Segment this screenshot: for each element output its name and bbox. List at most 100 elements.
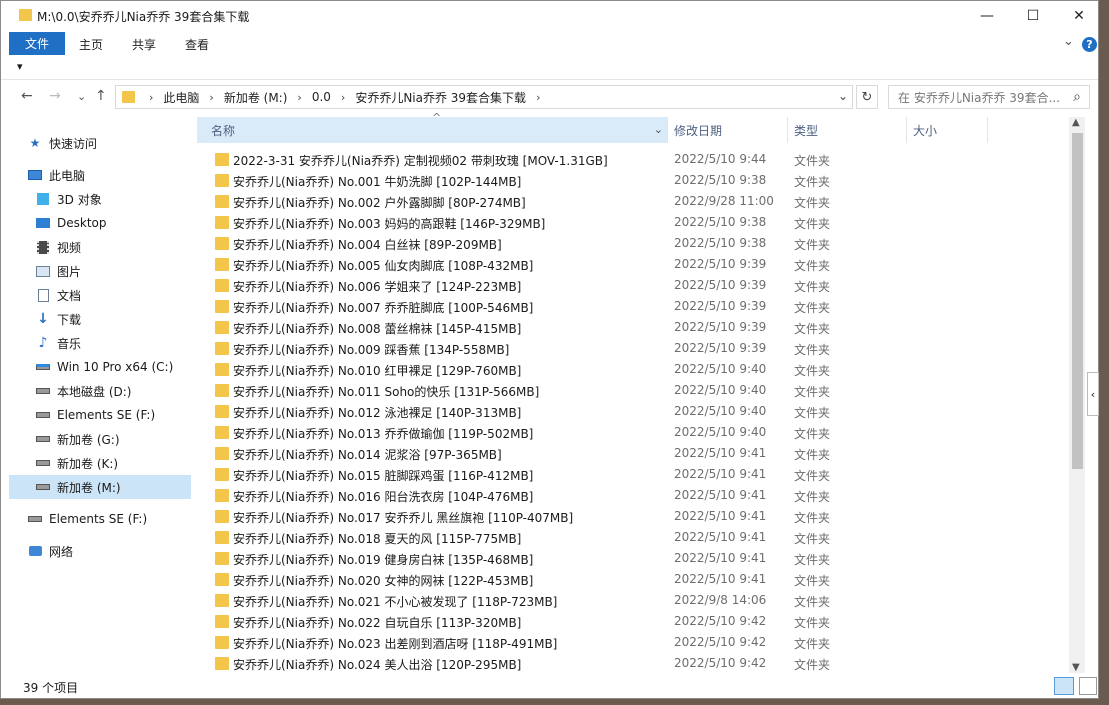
nav-drive-g[interactable]: 新加卷 (G:) <box>35 427 187 451</box>
file-type: 文件夹 <box>794 238 831 252</box>
breadcrumb-folder[interactable]: 0.0 <box>308 90 335 104</box>
vertical-scrollbar[interactable]: ▲ ▼ <box>1069 117 1085 673</box>
file-date: 2022/9/8 14:06 <box>674 593 767 607</box>
table-row[interactable]: 安乔乔儿(Nia乔乔) No.007 乔乔脏脚底 [100P-546MB] 202… <box>195 296 1067 317</box>
nav-documents[interactable]: 文档 <box>35 283 187 307</box>
file-date: 2022/5/10 9:39 <box>674 320 767 334</box>
column-type[interactable]: 类型 <box>794 117 818 143</box>
table-row[interactable]: 安乔乔儿(Nia乔乔) No.005 仙女肉脚底 [108P-432MB] 202… <box>195 254 1067 275</box>
breadcrumb-this-pc[interactable]: 此电脑 <box>159 89 203 106</box>
table-row[interactable]: 安乔乔儿(Nia乔乔) No.022 自玩自乐 [113P-320MB] 2022… <box>195 611 1067 632</box>
scroll-up-icon[interactable]: ▲ <box>1072 117 1080 128</box>
refresh-button[interactable]: ↻ <box>856 85 878 109</box>
table-row[interactable]: 安乔乔儿(Nia乔乔) No.003 妈妈的高跟鞋 [146P-329MB] 20… <box>195 212 1067 233</box>
nav-downloads[interactable]: ↓ 下载 <box>35 307 187 331</box>
table-row[interactable]: 安乔乔儿(Nia乔乔) No.018 夏天的风 [115P-775MB] 2022… <box>195 527 1067 548</box>
table-row[interactable]: 安乔乔儿(Nia乔乔) No.021 不小心被发现了 [118P-723MB] 2… <box>195 590 1067 611</box>
folder-icon <box>215 321 229 334</box>
nav-this-pc[interactable]: 此电脑 <box>27 163 187 187</box>
address-bar[interactable]: › 此电脑 › 新加卷 (M:) › 0.0 › 安乔乔儿Nia乔乔 39套合集… <box>115 85 853 109</box>
nav-3d-objects[interactable]: 3D 对象 <box>35 187 187 211</box>
customize-toolbar-icon[interactable]: ▾ <box>17 60 23 73</box>
table-row[interactable]: 安乔乔儿(Nia乔乔) No.017 安乔乔儿 黑丝旗袍 [110P-407MB… <box>195 506 1067 527</box>
table-row[interactable]: 安乔乔儿(Nia乔乔) No.013 乔乔做瑜伽 [119P-502MB] 202… <box>195 422 1067 443</box>
nav-drive-c[interactable]: Win 10 Pro x64 (C:) <box>35 355 187 379</box>
table-row[interactable]: 安乔乔儿(Nia乔乔) No.024 美人出浴 [120P-295MB] 2022… <box>195 653 1067 674</box>
minimize-button[interactable]: — <box>964 1 1010 31</box>
file-name: 安乔乔儿(Nia乔乔) No.024 美人出浴 [120P-295MB] <box>233 658 522 672</box>
scroll-down-icon[interactable]: ▼ <box>1072 662 1080 673</box>
nav-drive-k[interactable]: 新加卷 (K:) <box>35 451 187 475</box>
folder-icon <box>215 552 229 565</box>
file-date: 2022/5/10 9:41 <box>674 509 767 523</box>
folder-icon <box>215 195 229 208</box>
scrollbar-thumb[interactable] <box>1072 133 1083 469</box>
nav-network[interactable]: 网络 <box>27 539 187 563</box>
column-filter-icon[interactable]: ⌄ <box>654 123 663 136</box>
file-date: 2022/5/10 9:44 <box>674 152 767 166</box>
nav-elements-drive[interactable]: Elements SE (F:) <box>27 507 187 531</box>
file-name: 安乔乔儿(Nia乔乔) No.001 牛奶洗脚 [102P-144MB] <box>233 175 522 189</box>
nav-pictures[interactable]: 图片 <box>35 259 187 283</box>
file-date: 2022/5/10 9:40 <box>674 383 767 397</box>
column-name[interactable]: 名称 ^ ⌄ <box>197 113 667 143</box>
help-icon[interactable]: ? <box>1082 37 1097 52</box>
table-row[interactable]: 安乔乔儿(Nia乔乔) No.011 Soho的快乐 [131P-566MB] 2… <box>195 380 1067 401</box>
table-row[interactable]: 安乔乔儿(Nia乔乔) No.009 踩香蕉 [134P-558MB] 2022/… <box>195 338 1067 359</box>
file-type: 文件夹 <box>794 658 831 672</box>
table-row[interactable]: 安乔乔儿(Nia乔乔) No.001 牛奶洗脚 [102P-144MB] 2022… <box>195 170 1067 191</box>
back-arrow-icon[interactable]: ← <box>21 88 33 104</box>
nav-videos[interactable]: 视频 <box>35 235 187 259</box>
table-row[interactable]: 2022-3-31 安乔乔儿(Nia乔乔) 定制视频02 带刺玫瑰 [MOV-1… <box>195 149 1067 170</box>
nav-drive-d[interactable]: 本地磁盘 (D:) <box>35 379 187 403</box>
maximize-button[interactable]: ☐ <box>1010 1 1056 31</box>
breadcrumb-drive[interactable]: 新加卷 (M:) <box>220 89 292 106</box>
file-date: 2022/5/10 9:41 <box>674 530 767 544</box>
recent-locations-icon[interactable]: ⌄ <box>77 90 86 103</box>
column-date[interactable]: 修改日期 <box>674 117 722 143</box>
table-row[interactable]: 安乔乔儿(Nia乔乔) No.019 健身房白袜 [135P-468MB] 202… <box>195 548 1067 569</box>
table-row[interactable]: 安乔乔儿(Nia乔乔) No.002 户外露脚脚 [80P-274MB] 2022… <box>195 191 1067 212</box>
large-icons-view-icon[interactable] <box>1079 677 1097 695</box>
table-row[interactable]: 安乔乔儿(Nia乔乔) No.014 泥浆浴 [97P-365MB] 2022/5… <box>195 443 1067 464</box>
file-date: 2022/5/10 9:39 <box>674 341 767 355</box>
nav-quick-access[interactable]: ★ 快速访问 <box>27 131 187 155</box>
tab-home[interactable]: 主页 <box>79 36 103 53</box>
folder-icon <box>215 174 229 187</box>
file-type: 文件夹 <box>794 637 831 651</box>
table-row[interactable]: 安乔乔儿(Nia乔乔) No.006 学姐来了 [124P-223MB] 2022… <box>195 275 1067 296</box>
file-type: 文件夹 <box>794 532 831 546</box>
address-dropdown-icon[interactable]: ⌄ <box>838 89 848 103</box>
nav-desktop[interactable]: Desktop <box>35 211 187 235</box>
table-row[interactable]: 安乔乔儿(Nia乔乔) No.023 出差刚到酒店呀 [118P-491MB] 2… <box>195 632 1067 653</box>
table-row[interactable]: 安乔乔儿(Nia乔乔) No.008 蕾丝棉袜 [145P-415MB] 2022… <box>195 317 1067 338</box>
file-date: 2022/5/10 9:41 <box>674 572 767 586</box>
file-name: 安乔乔儿(Nia乔乔) No.022 自玩自乐 [113P-320MB] <box>233 616 522 630</box>
table-row[interactable]: 安乔乔儿(Nia乔乔) No.012 泳池裸足 [140P-313MB] 2022… <box>195 401 1067 422</box>
nav-music[interactable]: ♪ 音乐 <box>35 331 187 355</box>
nav-drive-f[interactable]: Elements SE (F:) <box>35 403 187 427</box>
table-row[interactable]: 安乔乔儿(Nia乔乔) No.015 脏脚踩鸡蛋 [116P-412MB] 202… <box>195 464 1067 485</box>
tab-view[interactable]: 查看 <box>185 36 209 53</box>
file-name: 安乔乔儿(Nia乔乔) No.010 红甲裸足 [129P-760MB] <box>233 364 522 378</box>
details-view-icon[interactable] <box>1054 677 1074 695</box>
ribbon-expand-icon[interactable]: ⌄ <box>1063 34 1074 49</box>
table-row[interactable]: 安乔乔儿(Nia乔乔) No.004 白丝袜 [89P-209MB] 2022/5… <box>195 233 1067 254</box>
tab-file[interactable]: 文件 <box>9 32 65 55</box>
file-type: 文件夹 <box>794 469 831 483</box>
file-name: 2022-3-31 安乔乔儿(Nia乔乔) 定制视频02 带刺玫瑰 [MOV-1… <box>233 154 608 168</box>
breadcrumb-current[interactable]: 安乔乔儿Nia乔乔 39套合集下载 <box>351 89 530 106</box>
tab-share[interactable]: 共享 <box>132 36 156 53</box>
collapse-panel-icon[interactable]: ‹ <box>1087 372 1099 416</box>
table-row[interactable]: 安乔乔儿(Nia乔乔) No.010 红甲裸足 [129P-760MB] 2022… <box>195 359 1067 380</box>
forward-arrow-icon[interactable]: → <box>49 88 61 104</box>
table-row[interactable]: 安乔乔儿(Nia乔乔) No.016 阳台洗衣房 [104P-476MB] 202… <box>195 485 1067 506</box>
search-icon[interactable]: ⌕ <box>1073 89 1081 105</box>
table-row[interactable]: 安乔乔儿(Nia乔乔) No.020 女神的网袜 [122P-453MB] 202… <box>195 569 1067 590</box>
column-size[interactable]: 大小 <box>913 117 937 143</box>
file-type: 文件夹 <box>794 553 831 567</box>
close-button[interactable]: ✕ <box>1056 1 1102 31</box>
search-input[interactable]: 在 安乔乔儿Nia乔乔 39套合... ⌕ <box>888 85 1090 109</box>
up-arrow-icon[interactable]: ↑ <box>95 88 107 104</box>
nav-drive-m[interactable]: 新加卷 (M:) <box>9 475 191 499</box>
